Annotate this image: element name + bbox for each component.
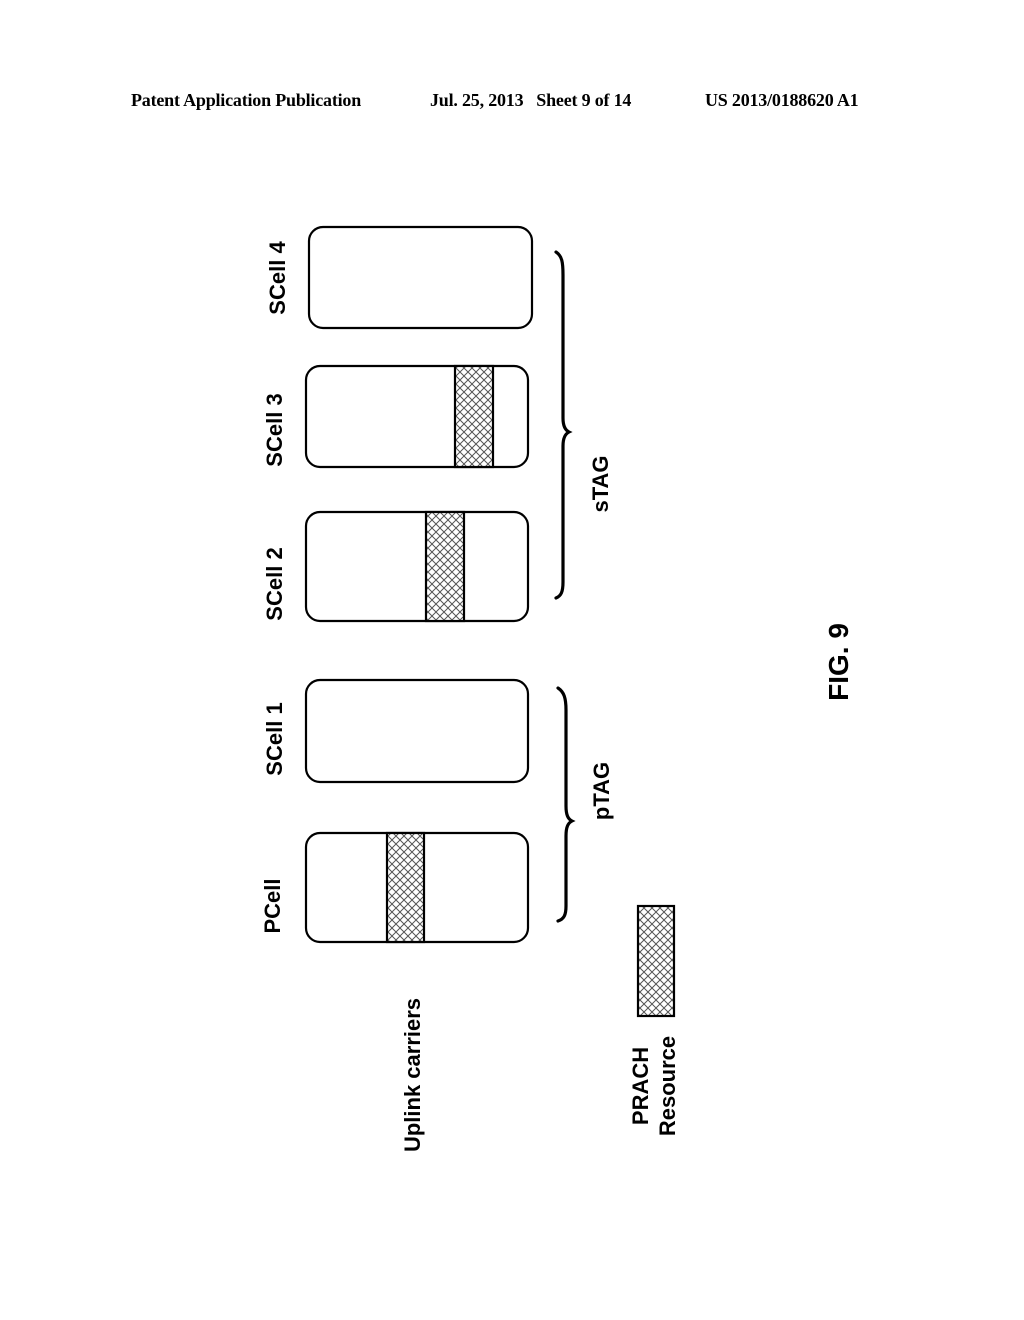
carrier-label: PCell <box>260 878 285 933</box>
stag-brace <box>554 250 573 600</box>
carrier-scell1: SCell 1 <box>262 678 530 784</box>
ptag-label: pTAG <box>589 762 614 820</box>
prach-resource <box>424 510 466 623</box>
carrier-scell2: SCell 2 <box>262 510 530 623</box>
legend-prach-swatch <box>636 904 676 1018</box>
carrier-label: SCell 3 <box>262 393 287 466</box>
carrier-box <box>304 510 530 623</box>
legend: PRACH Resource <box>628 904 680 1136</box>
ptag-brace <box>556 686 576 923</box>
carrier-scell3: SCell 3 <box>262 364 530 469</box>
carrier-label: SCell 1 <box>262 702 287 775</box>
carrier-label: SCell 4 <box>265 241 290 315</box>
prach-resource <box>385 831 426 944</box>
figure-label: FIG. 9 <box>823 623 854 701</box>
carrier-pcell: PCell <box>260 831 530 944</box>
fig9-diagram: SCell 4 SCell 3 SCell 2 SCell 1 PCell sT… <box>260 225 854 1152</box>
legend-label-line2: Resource <box>655 1036 680 1136</box>
carrier-label: SCell 2 <box>262 547 287 620</box>
legend-label-line1: PRACH <box>628 1047 653 1125</box>
carrier-box <box>304 678 530 784</box>
uplink-carriers-label: Uplink carriers <box>400 998 425 1152</box>
stag-label: sTAG <box>588 455 613 512</box>
prach-resource <box>453 364 495 469</box>
carrier-scell4: SCell 4 <box>265 225 534 330</box>
carrier-box <box>307 225 534 330</box>
carrier-box <box>304 364 530 469</box>
